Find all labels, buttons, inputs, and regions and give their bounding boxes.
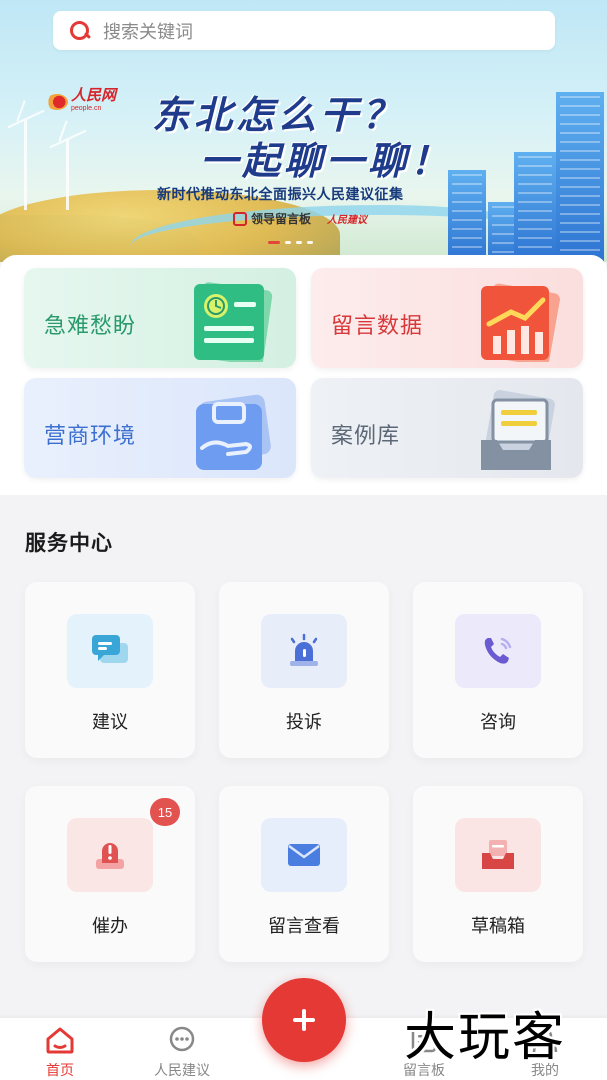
phone-icon — [484, 637, 512, 664]
service-center-title: 服务中心 — [25, 532, 113, 555]
draft-box-icon — [482, 840, 514, 869]
suggest-tag: 人民建议 — [327, 215, 368, 226]
service-drafts[interactable]: 草稿箱 — [413, 786, 583, 962]
nav-people-suggestions[interactable]: 人民建议 — [137, 1018, 227, 1080]
building-icon — [556, 92, 604, 262]
board-tag-label: 领导留言板 — [251, 212, 312, 226]
home-icon — [46, 1027, 74, 1054]
chat-bubbles-icon — [92, 635, 128, 663]
service-icon-box — [455, 818, 541, 892]
service-label: 咨询 — [480, 712, 516, 732]
add-post-button[interactable] — [262, 978, 346, 1062]
carousel-dot — [285, 241, 291, 244]
building-icon — [514, 152, 556, 262]
chat-dots-icon — [169, 1026, 195, 1052]
search-bar[interactable]: 搜索关键词 — [53, 11, 555, 50]
logo-name: 人民网 people.cn — [71, 88, 116, 116]
carousel-dot — [307, 241, 313, 244]
urgent-alert-icon — [96, 843, 124, 869]
watermark: 大玩客 — [404, 1008, 567, 1068]
quick-entry-data[interactable]: 留言数据 — [311, 268, 583, 368]
carousel-dot — [268, 241, 280, 244]
board-logo-icon — [233, 211, 247, 226]
briefcase-hand-icon — [196, 394, 271, 470]
people-cn-logo: 人民网 people.cn — [46, 88, 116, 116]
nav-home[interactable]: 首页 — [15, 1018, 105, 1080]
envelope-icon — [288, 844, 320, 866]
nav-label: 首页 — [46, 1062, 74, 1078]
service-consult[interactable]: 咨询 — [413, 582, 583, 758]
alarm-light-icon — [290, 633, 318, 666]
quick-entry-urgent[interactable]: 急难愁盼 — [24, 268, 296, 368]
archive-tray-icon — [481, 390, 555, 470]
service-icon-box — [455, 614, 541, 688]
service-label: 建议 — [92, 712, 128, 732]
document-clock-icon — [193, 282, 273, 362]
wind-turbine-icon — [24, 120, 27, 210]
quick-entry-label: 留言数据 — [331, 313, 424, 338]
board-tag: 领导留言板 — [233, 210, 311, 227]
plus-icon — [293, 1009, 315, 1031]
quick-entry-label: 营商环境 — [44, 423, 137, 448]
quick-entry-business[interactable]: 营商环境 — [24, 378, 296, 478]
service-suggest[interactable]: 建议 — [25, 582, 195, 758]
service-label: 催办 — [92, 916, 128, 936]
banner-tags: 领导留言板 人民建议 — [233, 210, 367, 227]
service-icon-box — [261, 614, 347, 688]
service-label: 草稿箱 — [471, 916, 525, 936]
service-complaint[interactable]: 投诉 — [219, 582, 389, 758]
logo-domain: people.cn — [71, 105, 102, 112]
nav-label: 人民建议 — [154, 1062, 210, 1078]
bar-chart-icon — [481, 283, 560, 362]
building-icon — [448, 170, 486, 262]
banner-subtitle: 新时代推动东北全面振兴人民建议征集 — [157, 186, 404, 202]
people-logo-icon — [46, 94, 68, 110]
quick-entry-panel: 急难愁盼 留言数据 营商环境 案例库 — [0, 255, 607, 495]
banner-headline-2: 一起聊一聊！ — [200, 138, 453, 183]
carousel-dot — [296, 241, 302, 244]
service-icon-box — [67, 818, 153, 892]
search-input[interactable]: 搜索关键词 — [103, 18, 193, 44]
wind-turbine-icon — [66, 140, 69, 210]
urge-count-badge: 15 — [150, 798, 180, 826]
service-icon-box — [67, 614, 153, 688]
quick-entry-label: 案例库 — [331, 423, 401, 448]
search-icon — [69, 20, 91, 42]
service-label: 投诉 — [286, 712, 322, 732]
quick-entry-cases[interactable]: 案例库 — [311, 378, 583, 478]
service-label: 留言查看 — [268, 916, 340, 936]
quick-entry-label: 急难愁盼 — [44, 313, 137, 338]
service-view-messages[interactable]: 留言查看 — [219, 786, 389, 962]
carousel-indicator — [268, 241, 313, 244]
service-icon-box — [261, 818, 347, 892]
